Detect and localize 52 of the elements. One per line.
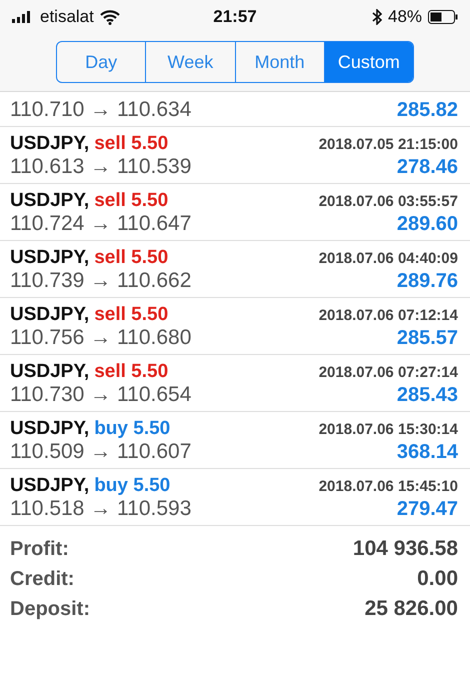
price-range: 110.509 → 110.607 xyxy=(10,440,192,464)
symbol-label: USDJPY, xyxy=(10,418,90,439)
trade-time: 2018.07.06 03:55:57 xyxy=(318,193,458,210)
summary-value: 104 936.58 xyxy=(352,537,458,561)
order-label: sell 5.50 xyxy=(94,247,168,268)
price-range: 110.739 → 110.662 xyxy=(10,269,192,293)
battery-percent: 48% xyxy=(388,7,422,27)
trade-profit: 279.47 xyxy=(396,498,458,521)
price-range: 110.613 → 110.539 xyxy=(10,155,192,179)
order-label: sell 5.50 xyxy=(94,190,168,211)
trade-profit: 285.43 xyxy=(396,384,458,407)
order-label: sell 5.50 xyxy=(94,304,168,325)
trade-time: 2018.07.05 21:15:00 xyxy=(318,136,458,153)
trade-time: 2018.07.06 15:30:14 xyxy=(318,421,458,438)
period-tab[interactable]: Week xyxy=(145,42,234,82)
period-tab[interactable]: Day xyxy=(57,42,146,82)
period-tab[interactable]: Custom xyxy=(324,42,413,82)
summary-value: 25 826.00 xyxy=(364,597,458,621)
price-range: 110.724 → 110.647 xyxy=(10,212,192,236)
trade-profit: 289.60 xyxy=(396,213,458,236)
price-range: 110.518 → 110.593 xyxy=(10,497,192,521)
summary-label: Credit: xyxy=(10,568,74,590)
symbol-label: USDJPY, xyxy=(10,190,90,211)
summary-label: Deposit: xyxy=(10,598,90,620)
trade-time: 2018.07.06 04:40:09 xyxy=(318,250,458,267)
symbol-label: USDJPY, xyxy=(10,247,90,268)
trade-profit: 278.46 xyxy=(396,156,458,179)
wifi-icon xyxy=(100,10,120,24)
summary-label: Profit: xyxy=(10,538,69,560)
trade-time: 2018.07.06 15:45:10 xyxy=(318,478,458,495)
trade-profit: 289.76 xyxy=(396,270,458,293)
trade-profit: 285.82 xyxy=(396,99,458,122)
order-label: sell 5.50 xyxy=(94,133,168,154)
clock-time: 21:57 xyxy=(213,7,257,27)
price-range: 110.756 → 110.680 xyxy=(10,326,192,350)
symbol-label: USDJPY, xyxy=(10,475,90,496)
summary-value: 0.00 xyxy=(417,567,458,591)
order-label: buy 5.50 xyxy=(94,418,170,439)
symbol-label: USDJPY, xyxy=(10,133,90,154)
price-range: 110.730 → 110.654 xyxy=(10,383,192,407)
order-label: buy 5.50 xyxy=(94,475,170,496)
trade-time: 2018.07.06 07:27:14 xyxy=(318,364,458,381)
trade-profit: 368.14 xyxy=(396,441,458,464)
carrier-name: etisalat xyxy=(40,7,94,27)
bluetooth-icon xyxy=(372,9,382,25)
battery-icon xyxy=(428,10,458,24)
trade-time: 2018.07.06 07:12:14 xyxy=(318,307,458,324)
price-range: 110.710 → 110.634 xyxy=(10,98,192,122)
order-label: sell 5.50 xyxy=(94,361,168,382)
symbol-label: USDJPY, xyxy=(10,304,90,325)
trade-profit: 285.57 xyxy=(396,327,458,350)
symbol-label: USDJPY, xyxy=(10,361,90,382)
